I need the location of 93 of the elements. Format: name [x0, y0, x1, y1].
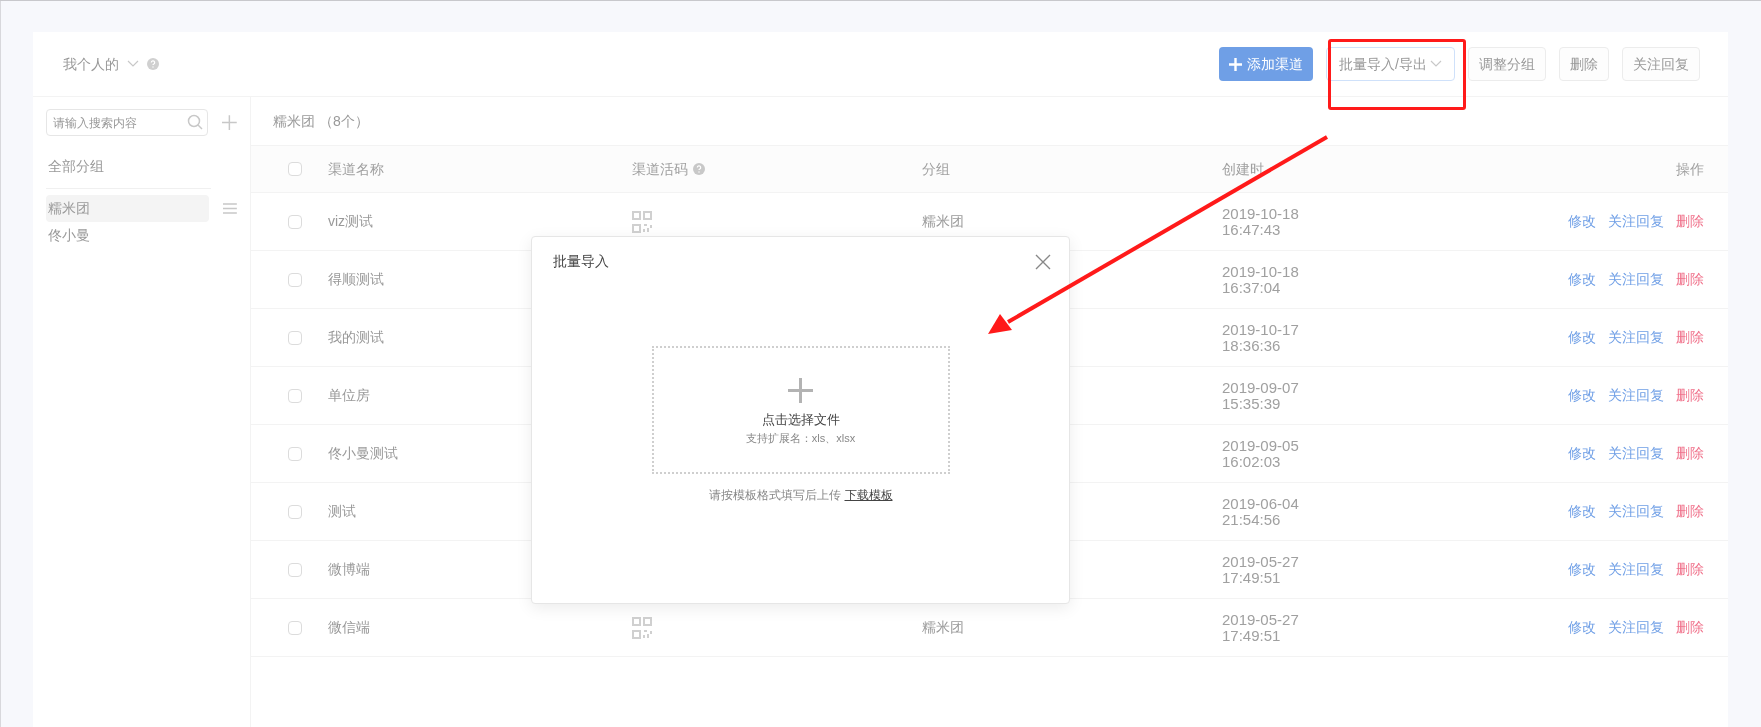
column-header: 操作: [1676, 159, 1704, 179]
delete-link[interactable]: 删除: [1676, 617, 1704, 638]
created-date: 2019-05-27: [1222, 611, 1300, 628]
created-time: 17:49:51: [1222, 627, 1282, 644]
all-groups-item[interactable]: 全部分组: [48, 158, 104, 174]
channel-name: 微博端: [328, 561, 370, 577]
qr-code-icon[interactable]: [632, 210, 652, 233]
row-checkbox[interactable]: [288, 272, 302, 287]
qr-code-icon[interactable]: [632, 616, 652, 639]
download-template-link[interactable]: 下载模板: [844, 486, 893, 504]
created-date: 2019-10-17: [1222, 321, 1300, 338]
row-checkbox[interactable]: [288, 330, 302, 345]
close-icon[interactable]: [1035, 253, 1051, 270]
created-date: 2019-10-18: [1222, 205, 1300, 222]
action-link[interactable]: 关注回复: [1608, 327, 1664, 348]
created-time: 16:02:03: [1222, 453, 1282, 470]
action-link[interactable]: 修改: [1568, 501, 1596, 522]
created-time: 17:49:51: [1222, 569, 1282, 586]
help-icon[interactable]: [693, 163, 705, 175]
column-header: 渠道名称: [328, 159, 384, 179]
scope-selector[interactable]: 我个人的: [63, 53, 119, 75]
delete-link[interactable]: 删除: [1676, 327, 1704, 348]
row-checkbox[interactable]: [288, 388, 302, 403]
chevron-down-icon[interactable]: [127, 60, 139, 68]
created-time: 21:54:56: [1222, 511, 1282, 528]
created-date: 2019-09-07: [1222, 379, 1300, 396]
group-item[interactable]: 糯米团: [46, 195, 210, 222]
created-date: 2019-09-05: [1222, 437, 1300, 454]
action-link[interactable]: 修改: [1568, 443, 1596, 464]
created-date: 2019-10-18: [1222, 263, 1300, 280]
action-link[interactable]: 关注回复: [1608, 501, 1664, 522]
toolbar-button[interactable]: 调整分组: [1468, 47, 1546, 81]
plus-icon: [788, 378, 813, 403]
action-link[interactable]: 关注回复: [1608, 211, 1664, 232]
channel-name: 单位房: [328, 387, 370, 403]
action-link[interactable]: 修改: [1568, 559, 1596, 580]
action-link[interactable]: 关注回复: [1608, 443, 1664, 464]
created-date: 2019-05-27: [1222, 553, 1300, 570]
select-all-checkbox[interactable]: [288, 162, 302, 176]
toolbar-button[interactable]: 关注回复: [1622, 47, 1700, 81]
row-checkbox[interactable]: [288, 620, 302, 635]
column-header: 渠道活码: [632, 159, 688, 179]
row-checkbox[interactable]: [288, 562, 302, 577]
add-channel-button[interactable]: 添加渠道: [1219, 47, 1313, 81]
created-time: 16:47:43: [1222, 221, 1282, 238]
group-name: 糯米团: [922, 213, 964, 229]
channel-name: 得顺测试: [328, 271, 384, 287]
channel-name: 佟小曼测试: [328, 445, 398, 461]
action-link[interactable]: 修改: [1568, 211, 1596, 232]
chevron-down-icon: [1430, 60, 1442, 68]
channel-name: 测试: [328, 503, 356, 519]
created-time: 18:36:36: [1222, 337, 1282, 354]
group-title: 糯米团: [273, 111, 315, 131]
delete-link[interactable]: 删除: [1676, 559, 1704, 580]
channel-name: viz测试: [328, 213, 374, 229]
action-link[interactable]: 关注回复: [1608, 269, 1664, 290]
toolbar-button[interactable]: 删除: [1559, 47, 1609, 81]
delete-link[interactable]: 删除: [1676, 385, 1704, 406]
search-field[interactable]: 请输入搜索内容: [46, 109, 209, 136]
action-link[interactable]: 修改: [1568, 385, 1596, 406]
delete-link[interactable]: 删除: [1676, 501, 1704, 522]
add-icon[interactable]: [222, 115, 237, 130]
row-checkbox[interactable]: [288, 504, 302, 519]
group-name: 糯米团: [922, 619, 964, 635]
action-link[interactable]: 修改: [1568, 327, 1596, 348]
action-link[interactable]: 修改: [1568, 269, 1596, 290]
upload-area[interactable]: 点击选择文件 支持扩展名：xls、xlsx: [651, 346, 950, 474]
group-item[interactable]: 佟小曼: [46, 222, 211, 249]
channel-name: 微信端: [328, 619, 370, 635]
plus-icon: [1229, 57, 1242, 71]
row-checkbox[interactable]: [288, 446, 302, 461]
created-date: 2019-06-04: [1222, 495, 1300, 512]
column-header: 分组: [922, 159, 950, 179]
channel-name: 我的测试: [328, 329, 384, 345]
action-link[interactable]: 修改: [1568, 617, 1596, 638]
row-checkbox[interactable]: [288, 214, 302, 229]
import-export-dropdown[interactable]: 批量导入/导出: [1326, 47, 1455, 81]
menu-icon[interactable]: [223, 203, 237, 214]
created-time: 16:37:04: [1222, 279, 1282, 296]
search-icon: [187, 114, 204, 130]
upload-note: 请按模板格式填写后上传: [708, 487, 841, 504]
action-link[interactable]: 关注回复: [1608, 617, 1664, 638]
upload-hint: 支持扩展名：xls、xlsx: [745, 430, 856, 446]
dialog-title: 批量导入: [553, 252, 609, 271]
delete-link[interactable]: 删除: [1676, 269, 1704, 290]
created-time: 15:35:39: [1222, 395, 1282, 412]
action-link[interactable]: 关注回复: [1608, 385, 1664, 406]
delete-link[interactable]: 删除: [1676, 443, 1704, 464]
help-icon[interactable]: [147, 58, 159, 70]
delete-link[interactable]: 删除: [1676, 211, 1704, 232]
upload-label: 点击选择文件: [761, 411, 840, 429]
group-count: （8个）: [319, 111, 369, 131]
action-link[interactable]: 关注回复: [1608, 559, 1664, 580]
